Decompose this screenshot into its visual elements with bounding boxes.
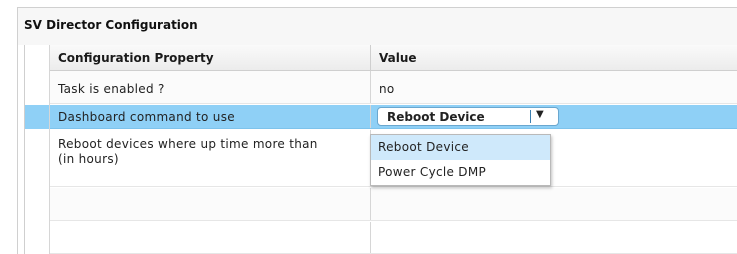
table-row-empty	[50, 222, 737, 254]
property-cell: Reboot devices where up time more than (…	[50, 130, 371, 186]
value-text: no	[379, 82, 395, 96]
property-cell: Dashboard command to use	[50, 105, 371, 128]
select-separator	[530, 110, 531, 123]
property-cell	[50, 222, 371, 253]
property-text-line2: (in hours)	[58, 152, 119, 166]
row-gutter	[25, 45, 50, 254]
config-panel: SV Director Configuration Configuration …	[17, 7, 737, 254]
table-row-selected[interactable]: Dashboard command to use Reboot Device ▼	[50, 105, 737, 129]
panel-title: SV Director Configuration	[24, 18, 198, 32]
table-row-empty	[50, 188, 737, 221]
property-text: Task is enabled ?	[58, 82, 165, 96]
column-header-property[interactable]: Configuration Property	[50, 45, 371, 71]
value-cell[interactable]: no	[371, 71, 737, 103]
panel-header: SV Director Configuration	[18, 8, 737, 45]
table-row[interactable]: Task is enabled ? no	[50, 71, 737, 104]
dashboard-command-dropdown: Reboot Device Power Cycle DMP	[370, 134, 551, 186]
gutter-selected-indicator	[25, 105, 49, 129]
chevron-down-icon[interactable]: ▼	[536, 109, 544, 120]
dashboard-command-select[interactable]: Reboot Device ▼	[377, 107, 559, 126]
property-text-line1: Reboot devices where up time more than	[58, 137, 318, 151]
property-cell	[50, 188, 371, 220]
property-text: Dashboard command to use	[58, 110, 235, 124]
property-cell: Task is enabled ?	[50, 71, 371, 103]
column-header-value[interactable]: Value	[371, 45, 737, 71]
dropdown-option-power-cycle-dmp[interactable]: Power Cycle DMP	[371, 160, 550, 185]
select-value: Reboot Device	[387, 110, 485, 124]
dropdown-option-reboot-device[interactable]: Reboot Device	[371, 135, 550, 160]
